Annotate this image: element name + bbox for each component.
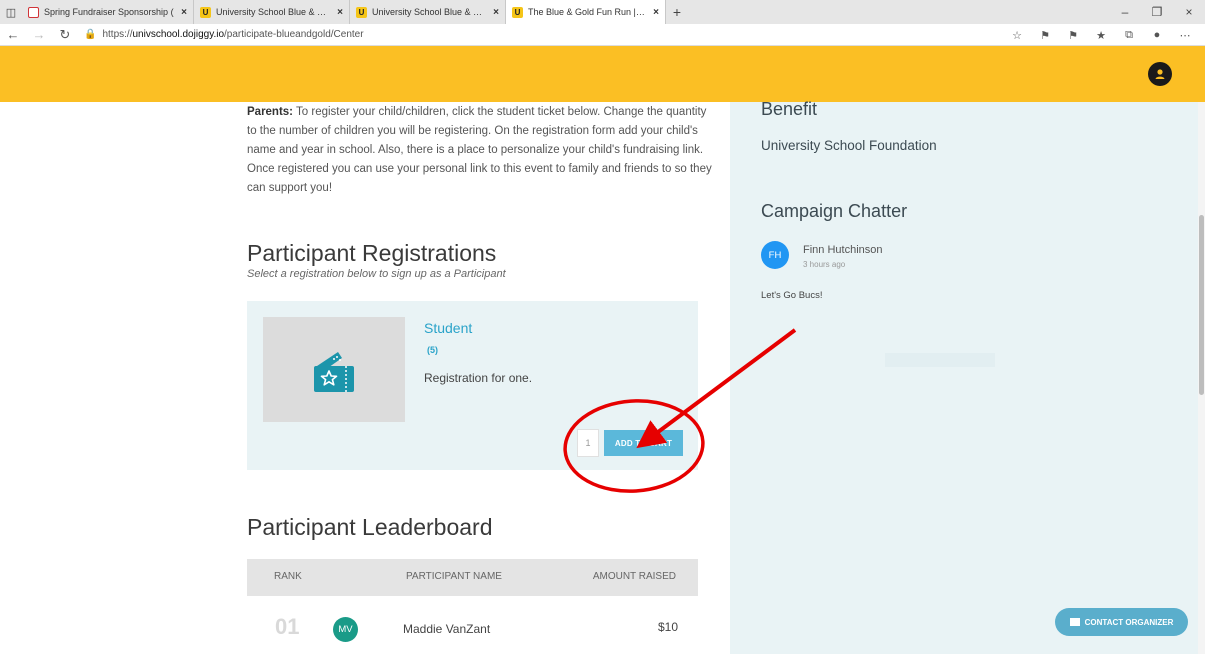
u-icon: U [356, 6, 367, 18]
registrations-title: Participant Registrations [247, 240, 497, 266]
favorites-icon[interactable]: ★ [1087, 29, 1115, 42]
close-tab-icon[interactable]: × [181, 7, 187, 18]
quantity-input[interactable]: 1 [577, 429, 599, 457]
intro-lead: Parents: [247, 106, 294, 118]
url-prefix: https:// [102, 29, 133, 40]
browser-tab[interactable]: U University School Blue & Gold Fu × [194, 0, 350, 24]
leaderboard-row[interactable]: 01 MV Maddie VanZant $10 [247, 596, 698, 654]
restore-icon[interactable]: ❐ [1141, 0, 1173, 24]
envelope-icon [1069, 618, 1080, 626]
amount-raised-header: AMOUNT RAISED [592, 571, 676, 582]
window-controls: – ❐ × [1109, 0, 1205, 24]
participant-name[interactable]: Maddie VanZant [403, 622, 490, 636]
address-bar: ← → ↻ 🔒 https://univschool.dojiggy.io/pa… [0, 24, 1205, 46]
close-tab-icon[interactable]: × [493, 7, 499, 18]
url-host: univschool.dojiggy.io [132, 29, 225, 40]
avatar: FH [761, 241, 789, 269]
ticket-star-icon [314, 351, 354, 392]
extension-icon[interactable]: ⚑ [1059, 29, 1087, 42]
u-icon: U [200, 6, 211, 18]
leaderboard-title: Participant Leaderboard [247, 514, 493, 540]
url-path: /participate-blueandgold/Center [224, 29, 364, 40]
contact-organizer-button[interactable]: CONTACT ORGANIZER [1055, 608, 1188, 636]
scrollbar-thumb[interactable] [1199, 215, 1204, 395]
browser-tab[interactable]: U University School Blue & Gold Fu × [350, 0, 506, 24]
close-tab-icon[interactable]: × [337, 7, 343, 18]
profile-icon[interactable]: ● [1143, 29, 1171, 41]
new-tab-icon[interactable]: + [666, 4, 688, 20]
collections-icon[interactable]: ⧉ [1115, 29, 1143, 42]
rank-header: RANK [274, 571, 302, 582]
benefit-title: Benefit [761, 99, 818, 119]
ticket-count: (5) [427, 345, 438, 355]
tab-title: Spring Fundraiser Sponsorship ( [44, 7, 174, 17]
user-account-icon[interactable] [1148, 62, 1172, 86]
more-icon[interactable]: ⋯ [1171, 29, 1199, 42]
avatar: MV [333, 617, 358, 642]
browser-toolbar: ☆ ⚑ ⚑ ★ ⧉ ● ⋯ [1003, 24, 1199, 46]
tab-actions-icon[interactable]: ◫ [0, 0, 22, 24]
leaderboard-header: RANK PARTICIPANT NAME AMOUNT RAISED [247, 559, 698, 596]
ticket-name-link[interactable]: Student [424, 320, 472, 336]
url-field[interactable]: https://univschool.dojiggy.io/participat… [102, 29, 363, 40]
browser-tab-bar: ◫ Spring Fundraiser Sponsorship ( × U Un… [0, 0, 1205, 24]
lock-icon[interactable]: 🔒 [84, 29, 96, 40]
minimize-icon[interactable]: – [1109, 0, 1141, 24]
refresh-icon[interactable]: ↻ [52, 27, 78, 43]
tab-title: The Blue & Gold Fun Run | DoJig [528, 7, 647, 17]
chatter-message: Let's Go Bucs! [761, 290, 823, 301]
u-icon: U [512, 6, 523, 18]
participant-name-header: PARTICIPANT NAME [406, 571, 502, 582]
benefit-organization: University School Foundation [761, 138, 937, 153]
amount-raised: $10 [657, 620, 678, 634]
registration-card: Student (5) Registration for one. 1 ADD … [247, 301, 698, 470]
close-window-icon[interactable]: × [1173, 0, 1205, 24]
chatter-author: Finn Hutchinson [803, 244, 883, 256]
intro-text: To register your child/children, click t… [247, 106, 712, 194]
chatter-title: Campaign Chatter [761, 201, 908, 221]
browser-tab[interactable]: Spring Fundraiser Sponsorship ( × [22, 0, 194, 24]
add-to-cart-button[interactable]: ADD TO CART [604, 430, 683, 456]
tab-title: University School Blue & Gold Fu [372, 7, 488, 17]
site-header [0, 46, 1205, 102]
favorite-add-icon[interactable]: ☆ [1003, 29, 1031, 42]
contact-organizer-label: CONTACT ORGANIZER [1084, 617, 1174, 627]
back-icon[interactable]: ← [0, 27, 26, 42]
chatter-timestamp: 3 hours ago [803, 260, 846, 269]
registrations-subtitle: Select a registration below to sign up a… [247, 268, 506, 280]
pdf-icon [28, 6, 39, 18]
tab-title: University School Blue & Gold Fu [216, 7, 332, 17]
extension-icon[interactable]: ⚑ [1031, 29, 1059, 42]
close-tab-icon[interactable]: × [653, 7, 659, 18]
rank-number: 01 [275, 614, 300, 639]
ticket-description: Registration for one. [424, 371, 533, 385]
sidebar-panel [730, 102, 1198, 654]
browser-tab-active[interactable]: U The Blue & Gold Fun Run | DoJig × [506, 0, 666, 24]
intro-paragraph: Parents: To register your child/children… [247, 103, 717, 198]
forward-icon[interactable]: → [26, 27, 52, 42]
ticket-image [263, 317, 405, 422]
faint-widget [885, 353, 995, 367]
